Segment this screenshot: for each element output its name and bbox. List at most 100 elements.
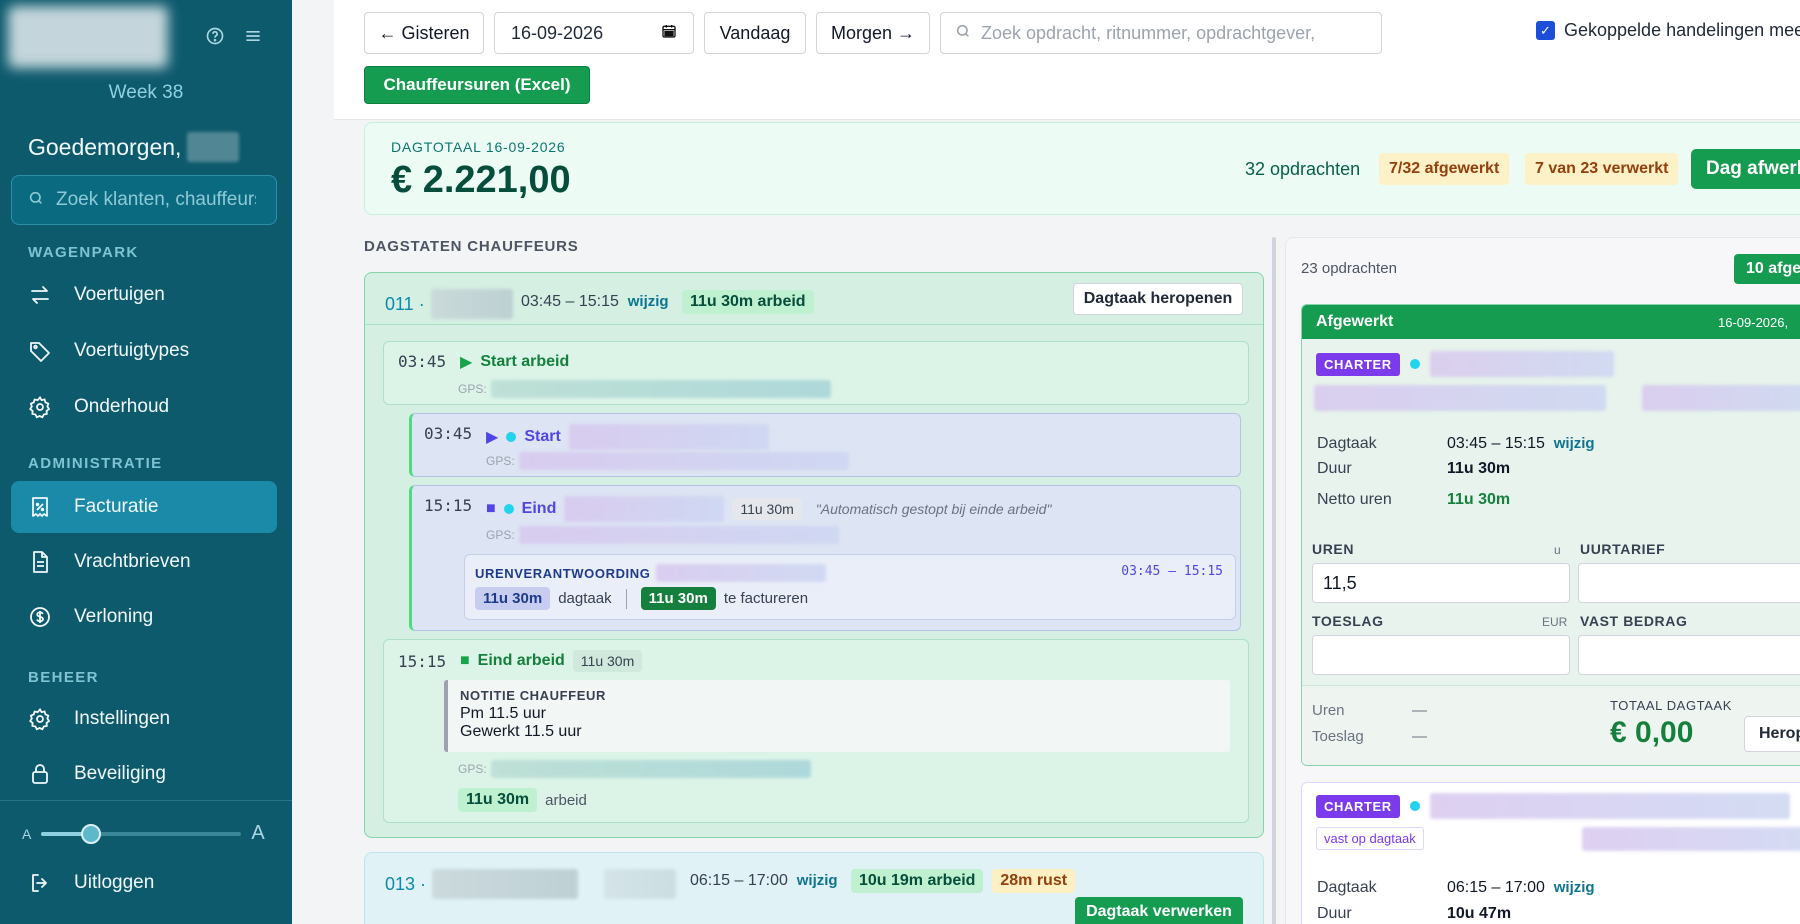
font-size-control: A A	[22, 822, 265, 845]
note-line: Gewerkt 11.5 uur	[460, 723, 582, 740]
sidebar-item-voertuigen[interactable]: Voertuigen	[11, 269, 277, 321]
driver-name-redacted	[432, 869, 579, 899]
time-range: 06:15 – 17:00	[690, 872, 788, 889]
duration-key: Duur	[1317, 905, 1352, 922]
client-redacted	[1429, 793, 1790, 819]
status-dot	[506, 432, 517, 442]
logout-button[interactable]: Uitloggen	[11, 857, 277, 909]
sidebar-item-facturatie[interactable]: Facturatie	[11, 481, 277, 533]
order-search[interactable]	[940, 12, 1382, 54]
billable-label: te factureren	[723, 590, 809, 607]
work-duration-badge: 11u 30m arbeid	[681, 290, 814, 314]
next-day-button[interactable]: Morgen →	[816, 12, 930, 54]
finish-day-button[interactable]: Dag afwerken	[1691, 149, 1800, 189]
order-status: Afgewerkt	[1316, 313, 1394, 330]
sidebar-item-label: Instellingen	[74, 708, 171, 729]
event-title: ■ Eind 11u 30m "Automatisch gestopt bij …	[486, 496, 1051, 522]
reopen-day-task-button[interactable]: Dagtaak heropenen	[1073, 283, 1243, 315]
font-size-slider[interactable]	[41, 823, 242, 844]
help-icon[interactable]	[205, 26, 225, 51]
time-range: 06:15 – 17:00	[1447, 879, 1545, 896]
gps-label: GPS:	[458, 382, 487, 396]
day-task-key: Dagtaak	[1317, 435, 1377, 452]
search-icon	[28, 190, 44, 211]
sidebar-item-verloning[interactable]: Verloning	[11, 591, 277, 643]
driver-name-redacted	[430, 289, 513, 319]
reference-redacted	[1642, 385, 1800, 411]
day-task-value: 03:45 – 15:15 wijzig	[1447, 435, 1595, 453]
order-search-input[interactable]	[981, 22, 1371, 44]
process-day-task-button[interactable]: Dagtaak verwerken	[1075, 897, 1243, 924]
charter-tag: CHARTER	[1316, 794, 1400, 818]
orders-count: 23 opdrachten	[1301, 260, 1397, 277]
sidebar: Week 38 Goedemorgen, WAGENPARK Voertuige…	[0, 0, 292, 924]
gear-icon	[29, 396, 51, 419]
sidebar-item-beveiliging[interactable]: Beveiliging	[11, 748, 277, 800]
driver-day-time: 06:15 – 17:00 wijzig 10u 19m arbeid 28m …	[690, 869, 1076, 893]
logout-icon	[32, 874, 47, 892]
company-logo	[8, 6, 168, 68]
duration-key: Duur	[1317, 460, 1352, 477]
route-redacted	[1314, 385, 1606, 411]
calendar-icon[interactable]	[661, 23, 677, 44]
gps-label: GPS:	[486, 528, 515, 542]
edit-link[interactable]: wijzig	[1554, 879, 1595, 896]
sidebar-item-vrachtbrieven[interactable]: Vrachtbrieven	[11, 536, 277, 588]
previous-day-button[interactable]: ← Gisteren	[364, 12, 484, 54]
footer-hours-value: —	[1412, 702, 1427, 719]
fixed-on-day-task-tag: vast op dagtaak	[1316, 827, 1424, 850]
order-tags: CHARTER	[1316, 793, 1790, 819]
footer-surcharge-key: Toeslag	[1312, 728, 1364, 745]
document-icon	[33, 551, 48, 573]
gps-address-redacted	[518, 452, 849, 470]
event-title: ▶ Start	[486, 424, 769, 450]
event-time: 15:15	[424, 496, 473, 515]
export-driver-hours-button[interactable]: Chauffeursuren (Excel)	[364, 66, 590, 104]
hourly-rate-input[interactable]	[1578, 563, 1800, 603]
event-title-text: Start	[524, 428, 561, 445]
checkbox-checked[interactable]: ✓	[1536, 21, 1555, 40]
net-hours-key: Netto uren	[1317, 491, 1392, 508]
date-picker[interactable]: 16-09-2026	[494, 12, 694, 54]
driver-day-card: 013 · 06:15 – 17:00 wijzig 10u 19m arbei…	[364, 852, 1264, 924]
sidebar-item-onderhoud[interactable]: Onderhoud	[11, 381, 277, 433]
edit-link[interactable]: wijzig	[628, 293, 669, 310]
hours-input[interactable]: 11,5	[1312, 563, 1570, 603]
gps-address-redacted	[518, 526, 839, 544]
sidebar-item-voertuigtypes[interactable]: Voertuigtypes	[11, 325, 277, 377]
lock-icon	[32, 764, 48, 784]
order-card: CHARTER vast op dagtaak Dagtaak 06:15 – …	[1301, 782, 1800, 924]
hours-title-text: URENVERANTWOORDING	[475, 565, 651, 581]
panel-resizer[interactable]	[1272, 237, 1276, 924]
reopen-order-button[interactable]: Heropenen	[1744, 716, 1800, 752]
order-count: 32 opdrachten	[1245, 159, 1361, 179]
menu-icon[interactable]	[243, 26, 263, 51]
stop-icon: ■	[460, 652, 470, 669]
auto-stop-note: "Automatisch gestopt bij einde arbeid"	[815, 501, 1052, 517]
driver-number-text: 013 ·	[385, 873, 427, 894]
day-total-amount: € 2.221,00	[391, 159, 571, 201]
event-time: 03:45	[424, 424, 473, 443]
stop-icon: ■	[486, 500, 496, 517]
sidebar-item-instellingen[interactable]: Instellingen	[11, 693, 277, 745]
logout-label: Uitloggen	[74, 872, 155, 893]
edit-link[interactable]: wijzig	[797, 872, 838, 889]
driver-number-text: 011 ·	[385, 293, 425, 314]
sidebar-search-input[interactable]	[56, 189, 256, 211]
surcharge-input[interactable]	[1312, 635, 1570, 675]
day-task-key: Dagtaak	[1317, 879, 1377, 896]
font-large-label: A	[251, 822, 265, 844]
gear-icon	[29, 708, 51, 731]
font-size-handle[interactable]	[81, 823, 102, 844]
gps-address-redacted	[490, 380, 831, 398]
surcharge-unit: EUR	[1542, 615, 1568, 629]
today-button[interactable]: Vandaag	[704, 12, 806, 54]
fixed-amount-input[interactable]	[1578, 635, 1800, 675]
linked-actions-toggle[interactable]: ✓ Gekoppelde handelingen meenemen	[1536, 20, 1800, 41]
tag-icon	[30, 342, 50, 362]
edit-link[interactable]: wijzig	[1554, 435, 1595, 452]
driver-day-time: 03:45 – 15:15 wijzig 11u 30m arbeid	[521, 290, 814, 314]
order-card-footer: Uren — Toeslag — TOTAAL DAGTAAK € 0,00 H…	[1302, 685, 1800, 765]
sidebar-item-label: Vrachtbrieven	[74, 551, 191, 572]
sidebar-search[interactable]	[11, 175, 277, 225]
